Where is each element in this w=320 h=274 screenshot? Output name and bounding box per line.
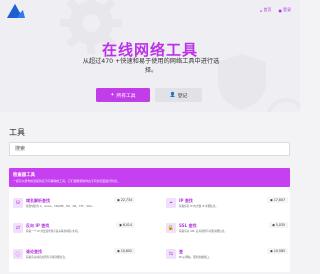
hero-description: 从超过470 +快速和易于使用的网络工具中进行选择。: [82, 58, 220, 74]
eye-icon: ◉: [117, 198, 120, 202]
search-input[interactable]: [9, 142, 290, 156]
hero-section: ⌂ 首页 ● 登录 在线网络工具 从超过470 +快速和易于使用的网络工具中进行…: [0, 0, 300, 112]
globe-background-icon: [266, 98, 300, 112]
usage-count: 6,014: [122, 223, 132, 227]
ip-icon: ⌖: [166, 198, 176, 208]
tool-card-ip[interactable]: ⌖ IP 查找 获取任何 IP 的大致 IP 详细信息。 ◉ 17,807: [164, 195, 288, 215]
nav-login-link[interactable]: ● 登录: [279, 7, 292, 13]
register-label: 登记: [177, 93, 188, 99]
usage-count: 22,734: [120, 198, 132, 202]
usage-count-badge: ◉ 5,035: [269, 222, 288, 228]
eye-icon: ◉: [117, 249, 120, 253]
dns-icon: ⛁: [13, 198, 23, 208]
tool-desc: 获取一个 IP 并尝试查找与其关联的域名/主机。: [26, 230, 81, 233]
eye-icon: ◉: [270, 198, 273, 202]
tool-card-whois[interactable]: ⓘ 谁论查找 获取有关域名的所有可能详细信息。 ◉ 10,602: [11, 246, 135, 266]
usage-count-badge: ◉ 17,807: [267, 197, 288, 203]
tools-panel: 检查器工具 一组可以帮你检查和验证不同事物的工具。它们都能帮助你在不同的层面进行…: [9, 168, 290, 272]
tool-desc: 获取有关 SSL 证书的所有可能详细信息。: [179, 230, 227, 233]
nav-home-link[interactable]: ⌂ 首页: [260, 7, 272, 13]
usage-count-badge: ◉ 6,014: [116, 222, 135, 228]
tool-desc: 获取任何 IP 的大致 IP 详细信息。: [179, 205, 219, 208]
page-title: 在线网络工具: [101, 41, 198, 59]
tool-card-ssl[interactable]: 🔒 SSL 查找 获取有关 SSL 证书的所有可能详细信息。 ◉ 5,035: [164, 220, 288, 240]
tool-card-dns[interactable]: ⛁ 域名解析查找 找到域名的 A、AAAA、CNAME、MX、NS、TXT、SO…: [11, 195, 135, 215]
tool-card-ping[interactable]: ⇆ 查 Ping 网站、服务器或端口。 ◉ 10,585: [164, 246, 288, 266]
eye-icon: ◉: [270, 249, 273, 253]
register-button[interactable]: 👤 登记: [155, 88, 202, 102]
ssl-lock-icon: 🔒: [166, 223, 176, 233]
tool-desc: 获取有关域名的所有可能详细信息。: [26, 256, 68, 259]
user-plus-icon: 👤: [169, 92, 176, 98]
usage-count-badge: ◉ 10,585: [267, 248, 288, 254]
reverse-ip-icon: ⇄: [13, 223, 23, 233]
whois-icon: ⓘ: [13, 249, 23, 259]
nav-home-label: 首页: [263, 7, 272, 12]
eye-icon: ◉: [272, 223, 275, 227]
tool-card-reverse-ip[interactable]: ⇄ 反向 IP 查找 获取一个 IP 并尝试查找与其关联的域名/主机。 ◉ 6,0…: [11, 220, 135, 240]
category-title: 检查器工具: [13, 173, 35, 178]
usage-count: 10,585: [273, 249, 285, 253]
category-subtitle: 一组可以帮你检查和验证不同事物的工具。它们都能帮助你在不同的层面进行检查。: [13, 179, 120, 183]
usage-count: 5,035: [275, 223, 285, 227]
top-nav: ⌂ 首页 ● 登录: [260, 7, 291, 13]
category-banner: 检查器工具 一组可以帮你检查和验证不同事物的工具。它们都能帮助你在不同的层面进行…: [9, 168, 290, 187]
tools-icon: ✦: [110, 92, 115, 98]
usage-count-badge: ◉ 22,734: [114, 197, 135, 203]
usage-count: 17,807: [273, 198, 285, 202]
user-icon: ●: [278, 7, 283, 13]
tools-section-title: 工具: [9, 128, 25, 137]
usage-count-badge: ◉ 10,602: [114, 248, 135, 254]
tool-desc: Ping 网站、服务器或端口。: [179, 256, 212, 259]
logo-mountain-icon[interactable]: [7, 4, 25, 18]
usage-count: 10,602: [120, 249, 132, 253]
tool-desc: 找到域名的 A、AAAA、CNAME、MX、NS、TXT、SOA...: [26, 205, 95, 208]
all-tools-label: 所有工具: [116, 93, 136, 99]
home-icon: ⌂: [259, 7, 263, 13]
eye-icon: ◉: [119, 223, 122, 227]
ping-icon: ⇆: [166, 249, 176, 259]
nav-login-label: 登录: [283, 7, 291, 12]
all-tools-button[interactable]: ✦ 所有工具: [96, 88, 150, 102]
